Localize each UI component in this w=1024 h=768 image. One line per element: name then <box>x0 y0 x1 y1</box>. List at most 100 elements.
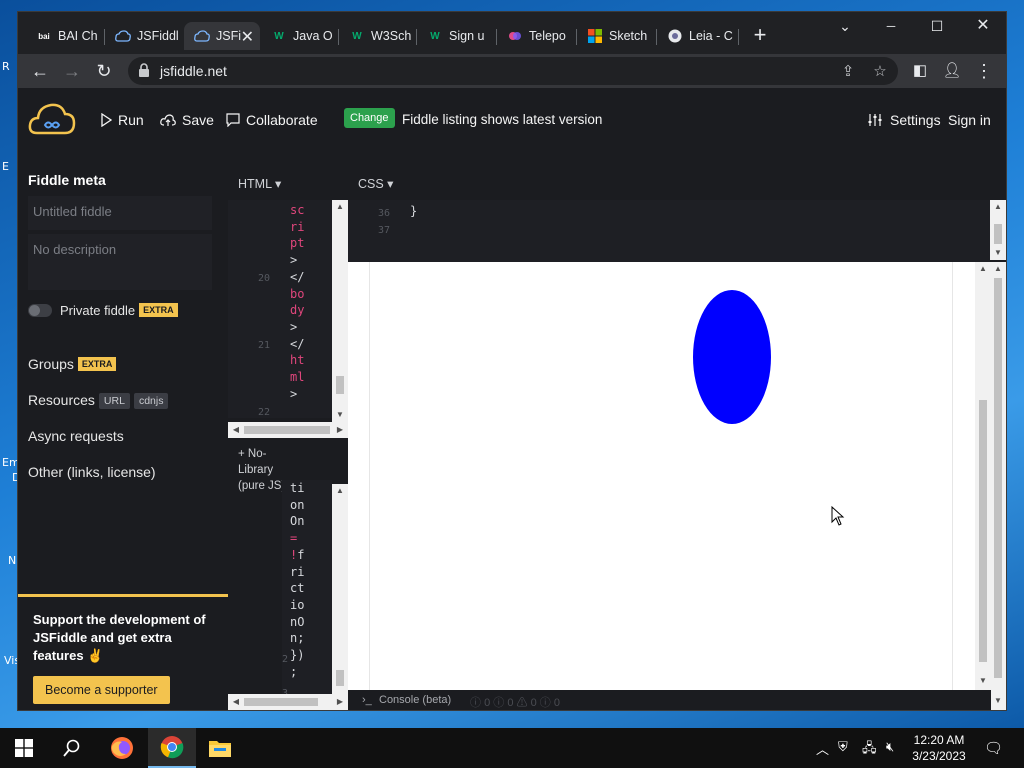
desktop-icon-label[interactable]: N <box>8 554 16 567</box>
code-token: } <box>410 204 418 218</box>
console-bar[interactable]: ›_ Console (beta) ⓘ 0 ⓘ 0 ⚠ 0 ⓘ 0 <box>348 690 991 710</box>
html-vertical-scrollbar[interactable]: ▲ ▼ <box>332 200 348 422</box>
save-button[interactable]: Save <box>160 112 214 128</box>
close-window-icon[interactable]: ✕ <box>960 16 1006 38</box>
profile-icon[interactable]: 👤︎ <box>940 59 964 83</box>
cloud-upload-icon <box>160 114 176 126</box>
minimize-icon[interactable]: ─ <box>868 16 914 38</box>
system-clock[interactable]: 12:20 AM 3/23/2023 <box>906 732 972 764</box>
new-tab-button[interactable]: + <box>748 24 772 48</box>
fiddle-description-input[interactable]: No description <box>28 234 212 290</box>
network-tray-icon[interactable]: 🖧︎ <box>862 739 877 761</box>
scroll-down-arrow-icon[interactable]: ▼ <box>990 696 1006 705</box>
scroll-up-arrow-icon[interactable]: ▲ <box>990 202 1006 211</box>
scroll-up-arrow-icon[interactable]: ▲ <box>332 486 348 495</box>
scroll-down-arrow-icon[interactable]: ▼ <box>975 676 991 685</box>
cdnjs-badge[interactable]: cdnjs <box>133 393 169 409</box>
html-panel-label[interactable]: HTML ▾ <box>238 176 281 191</box>
scroll-right-arrow-icon[interactable]: ▶ <box>332 425 348 434</box>
private-fiddle-toggle[interactable] <box>28 304 52 317</box>
show-hidden-icons-chevron-up-icon[interactable]: ︿ <box>816 739 829 758</box>
html-horizontal-scrollbar[interactable]: ◀ ▶ <box>228 422 348 438</box>
result-iframe[interactable]: ▲ ▼ <box>348 262 991 690</box>
support-text: Support the development of JSFiddle and … <box>33 612 206 663</box>
scroll-left-arrow-icon[interactable]: ◀ <box>228 697 244 706</box>
scroll-thumb[interactable] <box>244 426 330 434</box>
browser-tab[interactable]: bai BAI Ch <box>26 22 104 50</box>
css-editor[interactable]: 36 37 } <box>348 200 990 262</box>
security-tray-icon[interactable]: ⛨ <box>838 739 848 755</box>
browser-tab-active[interactable]: JSFi ✕ <box>184 22 260 50</box>
scroll-thumb[interactable] <box>994 278 1002 678</box>
result-vertical-scrollbar[interactable]: ▲ ▼ <box>975 262 991 690</box>
reload-icon[interactable]: ↻ <box>92 59 116 83</box>
scroll-down-arrow-icon[interactable]: ▼ <box>990 248 1006 257</box>
chrome-taskbar-icon[interactable] <box>148 728 196 768</box>
maximize-icon[interactable]: ☐ <box>914 16 960 38</box>
sidebar-item-other[interactable]: Other (links, license) <box>28 464 156 480</box>
browser-tab[interactable]: W Sign u <box>417 22 495 50</box>
page-vertical-scrollbar[interactable]: ▲ ▼ <box>990 262 1006 710</box>
code-token: ti <box>290 481 305 495</box>
tab-label: Java O <box>293 29 333 43</box>
scroll-left-arrow-icon[interactable]: ◀ <box>228 425 244 434</box>
sidebar-item-groups[interactable]: Groups EXTRA <box>28 356 117 372</box>
become-supporter-button[interactable]: Become a supporter <box>33 676 170 704</box>
scroll-thumb[interactable] <box>244 698 318 706</box>
close-tab-icon[interactable]: ✕ <box>241 27 254 47</box>
code-token: on <box>290 498 305 512</box>
scroll-right-arrow-icon[interactable]: ▶ <box>332 697 348 706</box>
collaborate-button[interactable]: Collaborate <box>226 112 318 128</box>
scroll-up-arrow-icon[interactable]: ▲ <box>975 264 991 273</box>
browser-tab[interactable]: Leia - C <box>657 22 737 50</box>
file-explorer-taskbar-icon[interactable] <box>196 728 244 768</box>
browser-tab[interactable]: Sketch <box>577 22 655 50</box>
tab-label: Telepo <box>529 29 566 43</box>
change-badge[interactable]: Change <box>344 108 395 128</box>
url-badge[interactable]: URL <box>98 393 130 409</box>
desktop-icon-label[interactable]: E <box>2 160 9 173</box>
scroll-up-arrow-icon[interactable]: ▲ <box>990 264 1006 273</box>
browser-tab[interactable]: W W3Sch <box>339 22 415 50</box>
forward-arrow-icon[interactable]: → <box>60 59 84 83</box>
browser-tab[interactable]: Telepo <box>497 22 575 50</box>
menu-kebab-icon[interactable]: ⋮ <box>972 59 996 83</box>
css-panel-label[interactable]: CSS ▾ <box>358 176 393 191</box>
volume-muted-icon[interactable]: 🔇︎ <box>886 739 894 755</box>
tab-search-chevron-down-icon[interactable]: ⌄ <box>822 16 868 38</box>
desktop-icon-label[interactable]: R <box>2 60 10 73</box>
scroll-thumb[interactable] <box>336 376 344 394</box>
sidebar-item-async-requests[interactable]: Async requests <box>28 428 124 444</box>
js-horizontal-scrollbar[interactable]: ◀ ▶ <box>228 694 348 710</box>
console-counts: ⓘ 0 ⓘ 0 ⚠ 0 ⓘ 0 <box>470 697 560 709</box>
js-vertical-scrollbar[interactable]: ▲ <box>332 484 348 694</box>
side-panel-icon[interactable]: ◧ <box>908 59 932 83</box>
sidebar-item-resources[interactable]: Resources URL cdnjs <box>28 392 169 409</box>
address-bar[interactable]: jsfiddle.net ⇪ ☆ <box>128 57 898 85</box>
extra-badge: EXTRA <box>77 357 117 371</box>
browser-tab[interactable]: W Java O <box>261 22 337 50</box>
scroll-down-arrow-icon[interactable]: ▼ <box>332 410 348 419</box>
share-icon[interactable]: ⇪ <box>838 62 858 82</box>
css-vertical-scrollbar[interactable]: ▲ ▼ <box>990 200 1006 260</box>
sign-in-link[interactable]: Sign in <box>948 112 991 128</box>
fiddle-title-input[interactable]: Untitled fiddle <box>28 196 212 230</box>
settings-button[interactable]: Settings <box>868 112 941 128</box>
scroll-thumb[interactable] <box>979 400 987 662</box>
html-editor[interactable]: 20 21 22 sc ri pt > </ bo dy > </ ht ml … <box>228 200 332 418</box>
js-editor[interactable]: 92 93 ti on On = !f ri ct io nO n; }) ; <box>282 480 332 694</box>
scroll-thumb[interactable] <box>994 224 1002 244</box>
browser-tab[interactable]: JSFiddl <box>105 22 183 50</box>
jsfiddle-logo-icon[interactable] <box>28 102 76 141</box>
search-button[interactable] <box>48 728 96 768</box>
scroll-up-arrow-icon[interactable]: ▲ <box>332 202 348 211</box>
run-button[interactable]: Run <box>100 112 144 128</box>
back-arrow-icon[interactable]: ← <box>28 59 52 83</box>
firefox-taskbar-icon[interactable] <box>98 728 146 768</box>
scroll-thumb[interactable] <box>336 670 344 686</box>
code-token: pt <box>290 236 305 250</box>
js-framework-label[interactable]: + No- Library (pure JS) <box>238 446 285 494</box>
start-button[interactable] <box>0 728 48 768</box>
notifications-icon[interactable]: 🗨︎ <box>984 739 1003 757</box>
bookmark-star-icon[interactable]: ☆ <box>870 62 890 82</box>
